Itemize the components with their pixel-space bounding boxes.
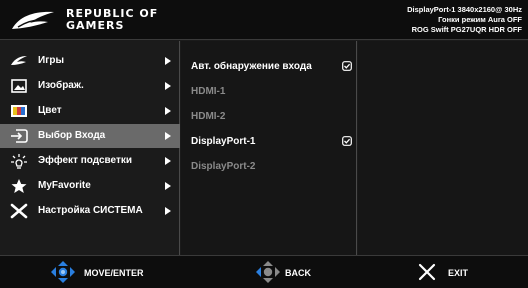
chevron-right-icon xyxy=(165,182,171,190)
option-displayport-2[interactable]: DisplayPort-2 xyxy=(181,155,357,179)
option-hdmi-2[interactable]: HDMI-2 xyxy=(181,105,357,129)
main-menu: Игры Изображ. Цвет Выбор Входа Эффект по… xyxy=(0,41,180,255)
move-enter-button[interactable]: MOVE/ENTER xyxy=(50,256,170,288)
menu-item-games[interactable]: Игры xyxy=(0,49,180,73)
option-auto-input-detect[interactable]: Авт. обнаружение входа xyxy=(181,55,357,79)
option-hdmi-1[interactable]: HDMI-1 xyxy=(181,80,357,104)
input-icon xyxy=(11,129,28,143)
chevron-right-icon xyxy=(165,157,171,165)
monitor-osd: REPUBLIC OF GAMERS DisplayPort-1 3840x21… xyxy=(0,0,528,288)
rog-logo: REPUBLIC OF GAMERS xyxy=(10,7,157,35)
menu-item-input-select[interactable]: Выбор Входа xyxy=(0,124,180,148)
joystick-left-icon xyxy=(256,261,280,283)
exit-button[interactable]: EXIT xyxy=(418,256,488,288)
status-model-hdr: ROG Swift PG27UQR HDR OFF xyxy=(411,25,522,34)
chevron-right-icon xyxy=(165,132,171,140)
menu-item-label: Игры xyxy=(38,55,65,66)
menu-item-label: Настройка СИСТЕМА xyxy=(38,205,143,216)
back-label: BACK xyxy=(285,268,311,278)
option-label: DisplayPort-1 xyxy=(191,136,256,147)
status-mode-aura: Гонки режим Aura OFF xyxy=(438,15,522,24)
star-icon xyxy=(11,179,27,193)
rog-eye-icon xyxy=(12,11,54,29)
status-input-resolution: DisplayPort-1 3840x2160@ 30Hz xyxy=(407,5,522,14)
chevron-right-icon xyxy=(165,207,171,215)
menu-item-color[interactable]: Цвет xyxy=(0,99,180,123)
chevron-right-icon xyxy=(165,82,171,90)
option-label: HDMI-2 xyxy=(191,111,226,122)
menu-item-light-effect[interactable]: Эффект подсветки xyxy=(0,149,180,173)
menu-item-myfavorite[interactable]: MyFavorite xyxy=(0,174,180,198)
color-palette-icon xyxy=(11,105,27,117)
brand-line-2: GAMERS xyxy=(66,19,125,32)
image-icon xyxy=(11,79,27,93)
menu-item-label: Цвет xyxy=(38,105,62,116)
menu-item-image[interactable]: Изображ. xyxy=(0,74,180,98)
option-label: HDMI-1 xyxy=(191,86,226,97)
exit-label: EXIT xyxy=(448,268,469,278)
brand-text: REPUBLIC OF GAMERS xyxy=(66,8,158,32)
detail-panel xyxy=(358,41,528,255)
move-enter-label: MOVE/ENTER xyxy=(84,268,144,278)
checkbox-checked-icon xyxy=(342,61,352,71)
back-button[interactable]: BACK xyxy=(255,256,335,288)
option-label: Авт. обнаружение входа xyxy=(191,61,312,72)
light-effect-icon xyxy=(11,154,27,169)
joystick-4way-icon xyxy=(51,261,75,283)
rog-claw-icon xyxy=(11,56,27,65)
menu-item-label: Выбор Входа xyxy=(38,130,106,141)
option-label: DisplayPort-2 xyxy=(191,161,256,172)
checkbox-checked-icon xyxy=(342,136,352,146)
status-info: DisplayPort-1 3840x2160@ 30Hz Гонки режи… xyxy=(407,5,522,35)
menu-item-label: MyFavorite xyxy=(38,180,91,191)
chevron-right-icon xyxy=(165,57,171,65)
osd-header: REPUBLIC OF GAMERS DisplayPort-1 3840x21… xyxy=(0,0,528,40)
tools-icon xyxy=(10,203,28,219)
menu-item-label: Изображ. xyxy=(38,80,84,91)
menu-item-label: Эффект подсветки xyxy=(38,155,133,166)
close-icon xyxy=(418,263,436,281)
menu-item-system-setup[interactable]: Настройка СИСТЕМА xyxy=(0,199,180,223)
submenu-input-options: Авт. обнаружение входа HDMI-1 HDMI-2 Dis… xyxy=(181,41,357,255)
osd-footer: MOVE/ENTER BACK EXIT xyxy=(0,255,528,288)
option-displayport-1[interactable]: DisplayPort-1 xyxy=(181,130,357,154)
chevron-right-icon xyxy=(165,107,171,115)
